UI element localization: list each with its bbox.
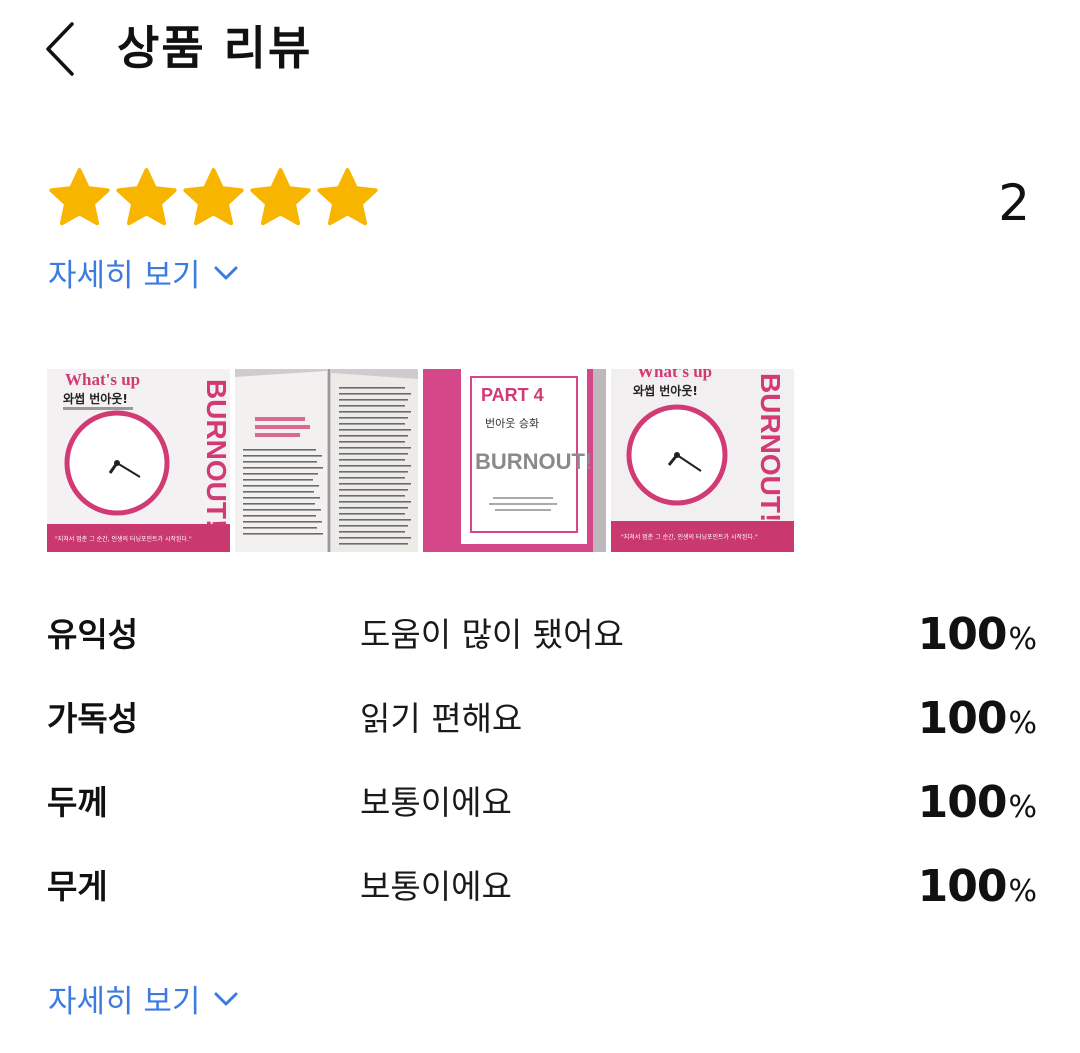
stat-value: 보통이에요 [360,867,512,906]
header: 상품 리뷰 [0,0,1080,100]
stat-percent-unit: % [1008,622,1037,657]
cover-quote: "지쳐서 멈춘 그 순간, 인생의 터닝포인트가 시작된다." [55,535,192,543]
stat-percent-number: 100 [917,861,1008,912]
cover-title: What's up [65,370,140,389]
stat-value: 보통이에요 [360,783,512,822]
photo-book-part4[interactable]: PART 4 번아웃 승화 BURNOUT! [423,369,606,552]
star-icon [317,168,378,226]
stat-percent-number: 100 [917,693,1008,744]
stat-row: 유익성 도움이 많이 됐어요 100% [47,605,1037,689]
stat-row: 무게 보통이에요 100% [47,857,1037,941]
stat-percent-number: 100 [917,609,1008,660]
stat-percent: 100% [918,605,1037,665]
stat-value: 도움이 많이 됐어요 [360,615,624,654]
cover-subtitle: 와썹 번아웃! [63,391,128,406]
stat-percent: 100% [918,857,1037,917]
stat-value: 읽기 편해요 [360,699,523,738]
review-stats: 유익성 도움이 많이 됐어요 100% 가독성 읽기 편해요 100% 두께 보… [47,605,1037,941]
stat-row: 두께 보통이에요 100% [47,773,1037,857]
star-icon [250,168,311,226]
stat-label: 유익성 [47,615,139,654]
chevron-down-icon [214,266,238,279]
photo-book-cover[interactable]: What's up 와썹 번아웃! BURNOUT! "지쳐서 멈춘 그 순간,… [47,369,230,552]
photo-book-cover-2[interactable]: What's up 와썹 번아웃! BURNOUT! "지쳐서 멈춘 그 순간,… [611,369,794,552]
back-button[interactable] [40,18,90,80]
stat-percent: 100% [918,689,1037,749]
star-icon [49,168,110,226]
see-more-label: 자세히 보기 [48,258,201,294]
see-more-label: 자세히 보기 [48,984,201,1020]
cover2-spine: BURNOUT! [755,373,786,522]
star-icon [116,168,177,226]
stat-percent-unit: % [1008,790,1037,825]
stat-percent: 100% [918,773,1037,833]
see-more-link-top[interactable]: 자세히 보기 [48,250,240,295]
part-label: PART 4 [481,385,544,405]
page-title: 상품 리뷰 [117,21,313,75]
star-rating [46,165,381,231]
stat-label: 가독성 [47,699,139,738]
cover2-title: What's up [637,369,712,381]
cover2-subtitle: 와썹 번아웃! [633,383,698,398]
stat-percent-unit: % [1008,874,1037,909]
stat-percent-unit: % [1008,706,1037,741]
review-count: 2 [998,174,1030,232]
part-word: BURNOUT! [475,449,592,474]
star-icon [183,168,244,226]
cover-spine: BURNOUT! [201,379,230,528]
rating-summary: 2 [46,165,1036,232]
cover2-quote: "지쳐서 멈춘 그 순간, 인생의 터닝포인트가 시작된다." [621,533,758,541]
chevron-down-icon [214,992,238,1005]
stat-percent-number: 100 [917,777,1008,828]
stat-label: 두께 [47,783,108,822]
review-photos: What's up 와썹 번아웃! BURNOUT! "지쳐서 멈춘 그 순간,… [47,369,794,552]
photo-book-pages[interactable] [235,369,418,552]
stat-row: 가독성 읽기 편해요 100% [47,689,1037,773]
chevron-left-icon [46,22,74,76]
stat-label: 무게 [47,867,108,906]
see-more-link-bottom[interactable]: 자세히 보기 [48,976,240,1021]
part-heading: 번아웃 승화 [485,417,539,430]
